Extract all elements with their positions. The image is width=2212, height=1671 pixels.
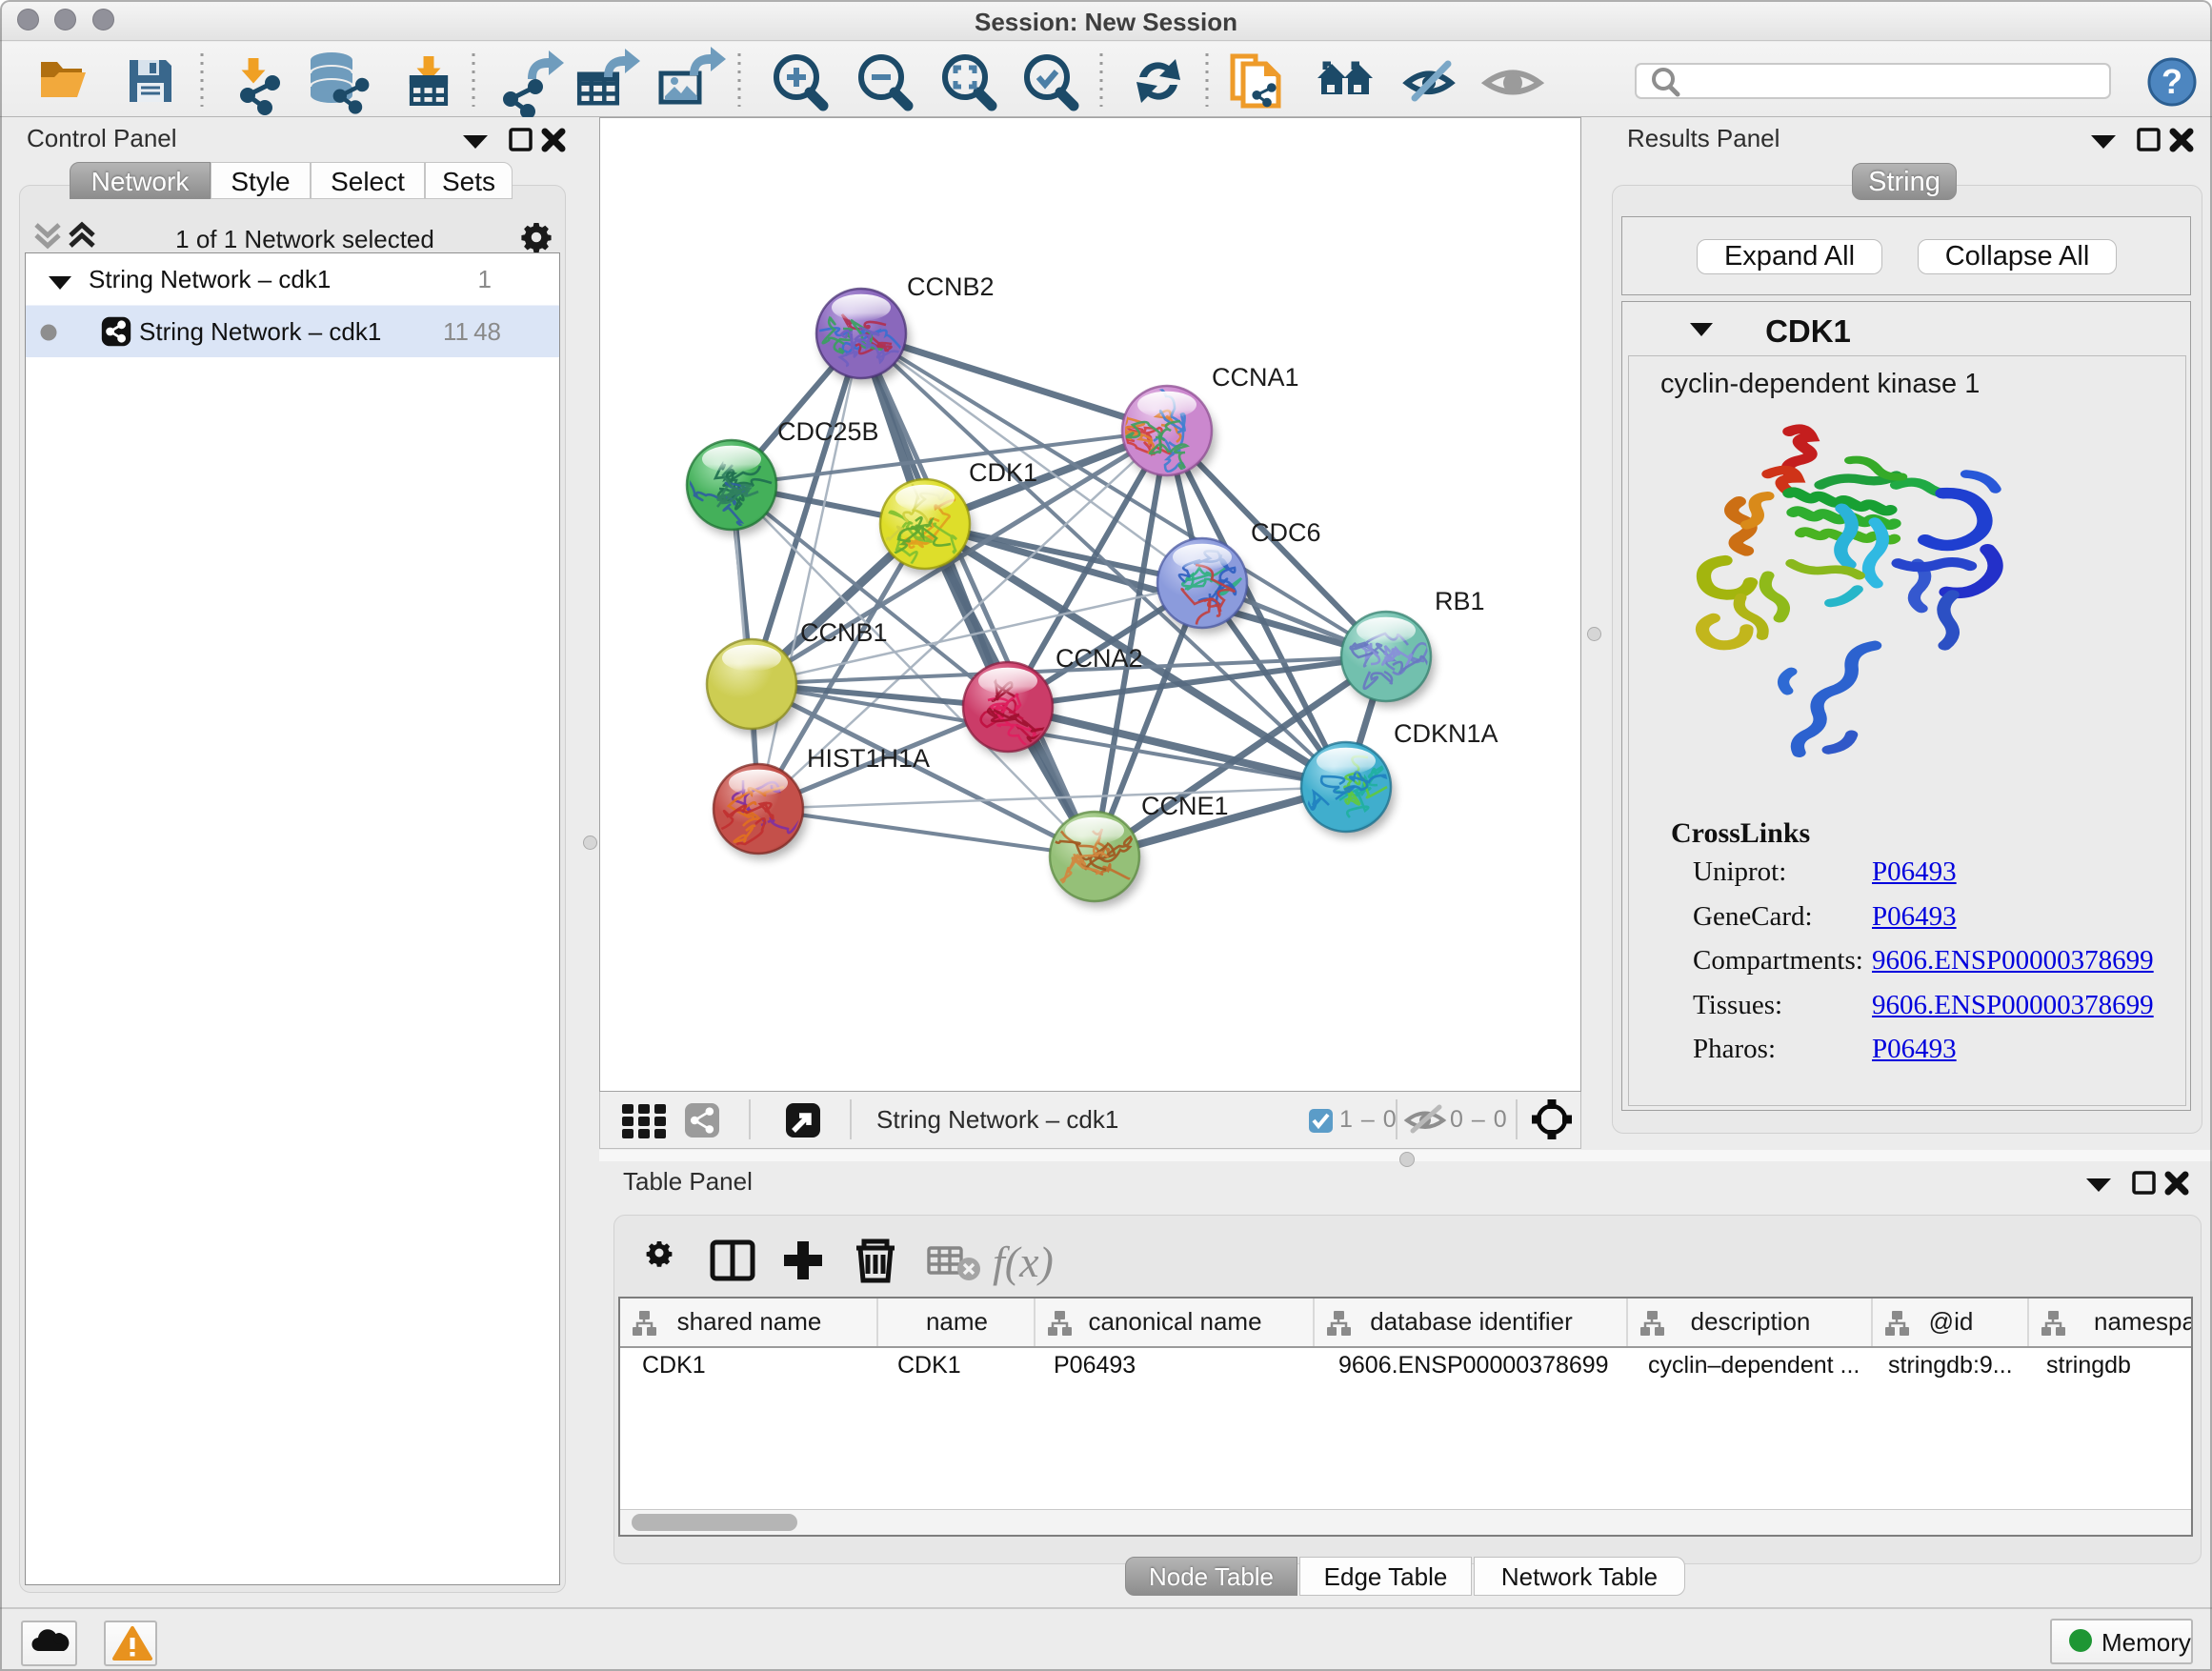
svg-text:CDKN1A: CDKN1A (1394, 719, 1498, 748)
svg-text:RB1: RB1 (1435, 587, 1485, 615)
svg-text:1 – 0: 1 – 0 (1339, 1106, 1398, 1133)
svg-text:CDC6: CDC6 (1251, 518, 1321, 547)
svg-text:CCNE1: CCNE1 (1141, 792, 1229, 820)
svg-text:HIST1H1A: HIST1H1A (807, 744, 930, 773)
svg-text:f(x): f(x) (993, 1238, 1054, 1286)
svg-text:CDK1: CDK1 (969, 458, 1037, 487)
svg-text:CDC25B: CDC25B (777, 417, 879, 446)
svg-text:CCNA2: CCNA2 (1056, 644, 1143, 673)
svg-text:CCNB1: CCNB1 (800, 618, 888, 647)
svg-text:String Network – cdk1: String Network – cdk1 (876, 1105, 1118, 1134)
svg-text:0 – 0: 0 – 0 (1450, 1106, 1508, 1133)
svg-text:CCNA1: CCNA1 (1212, 363, 1299, 392)
svg-text:?: ? (2162, 62, 2182, 101)
svg-text:CCNB2: CCNB2 (907, 272, 995, 301)
